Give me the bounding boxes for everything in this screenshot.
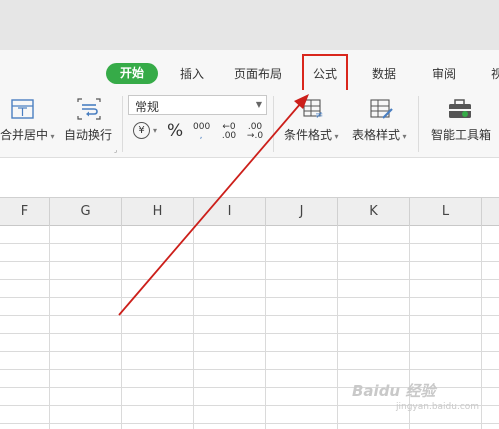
baidu-watermark: Baidu 经验 jingyan.baidu.com [352, 382, 480, 412]
annotation-arrow [118, 94, 309, 316]
